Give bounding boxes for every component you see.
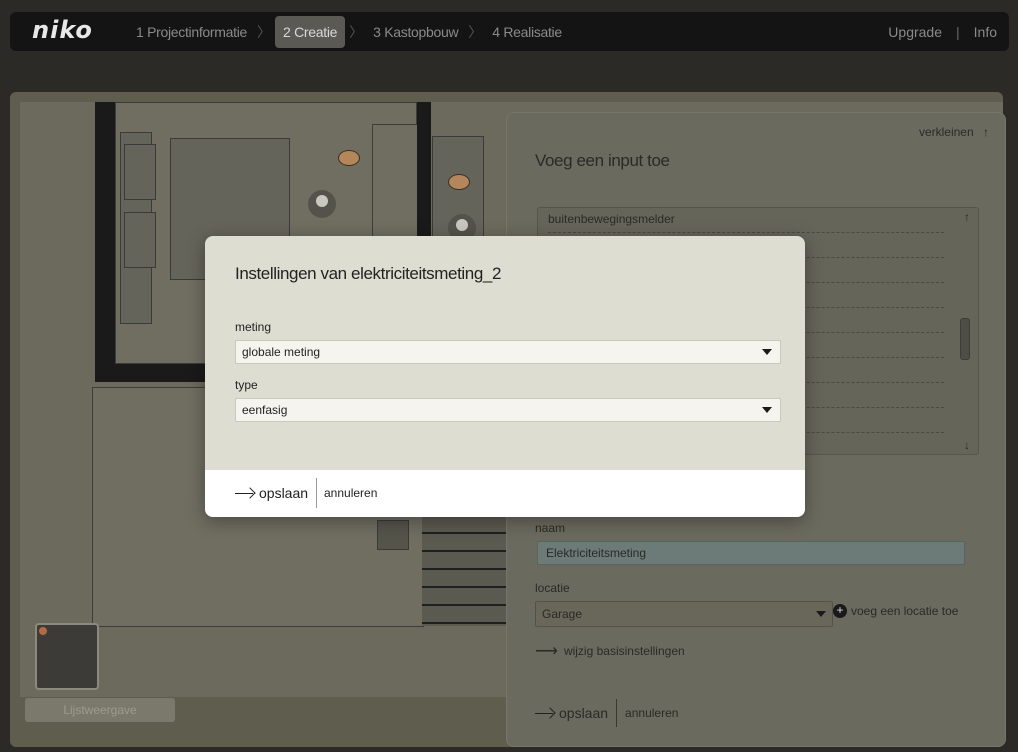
top-links: Upgrade | Info — [888, 12, 997, 51]
type-value: eenfasig — [242, 403, 288, 417]
top-navigation-bar: niko 1 Projectinformatie 〉 2 Creatie 〉 3… — [10, 12, 1009, 51]
location-select[interactable]: Garage — [535, 601, 833, 627]
info-link[interactable]: Info — [974, 24, 997, 40]
name-label: naam — [535, 521, 566, 535]
speech-bubble-icon[interactable] — [448, 174, 470, 190]
save-label: opslaan — [259, 485, 309, 501]
chevron-right-icon: 〉 — [257, 24, 272, 40]
device-icon[interactable] — [377, 520, 409, 550]
modal-save-button[interactable]: opslaan — [235, 478, 318, 508]
link-separator: | — [956, 23, 960, 40]
change-basic-settings-link[interactable]: ⟶ wijzig basisinstellingen — [535, 641, 685, 661]
niko-logo[interactable]: niko — [32, 16, 93, 44]
add-location-label: voeg een locatie toe — [851, 604, 959, 618]
meting-label: meting — [235, 320, 272, 334]
type-label: type — [235, 378, 258, 392]
cabinet-door — [124, 144, 156, 200]
panel-cancel-button[interactable]: annuleren — [617, 706, 678, 720]
type-select[interactable]: eenfasig — [235, 398, 781, 422]
scrollbar-thumb[interactable] — [960, 318, 970, 360]
list-view-button[interactable]: Lijstweergave — [25, 698, 175, 722]
step-projectinformatie[interactable]: 1 Projectinformatie — [130, 16, 253, 48]
step-kastopbouw[interactable]: 3 Kastopbouw — [367, 16, 464, 48]
step-breadcrumb: 1 Projectinformatie 〉 2 Creatie 〉 3 Kast… — [130, 16, 568, 48]
modal-footer: opslaan annuleren — [205, 470, 805, 517]
arrow-right-icon — [535, 712, 553, 714]
meting-select[interactable]: globale meting — [235, 340, 781, 364]
scroll-down-icon[interactable]: ↓ — [964, 438, 970, 452]
plus-circle-icon: + — [833, 604, 847, 618]
minimap-marker — [39, 627, 47, 635]
location-value: Garage — [542, 607, 583, 621]
panel-save-button[interactable]: opslaan — [535, 699, 618, 727]
minimap-thumbnail[interactable] — [35, 623, 99, 690]
chevron-right-icon: 〉 — [349, 24, 364, 40]
meting-value: globale meting — [242, 345, 321, 359]
collapse-label: verkleinen — [918, 125, 974, 139]
scroll-up-icon[interactable]: ↑ — [964, 210, 970, 224]
upgrade-link[interactable]: Upgrade — [888, 24, 942, 40]
save-label: opslaan — [559, 705, 609, 721]
step-creatie[interactable]: 2 Creatie — [275, 16, 346, 48]
arrow-up-icon: ↑ — [983, 125, 989, 139]
dropdown-caret-icon — [762, 349, 772, 355]
speech-bubble-icon[interactable] — [338, 150, 360, 166]
dropdown-caret-icon — [762, 407, 772, 413]
cabinet-door — [124, 212, 156, 268]
settings-modal: Instellingen van elektriciteitsmeting_2 … — [205, 236, 805, 517]
modal-cancel-button[interactable]: annuleren — [324, 486, 377, 500]
list-item[interactable]: buitenbewegingsmelder — [548, 208, 944, 233]
arrow-right-icon — [235, 492, 253, 494]
panel-footer: opslaan annuleren — [535, 699, 678, 727]
chevron-right-icon: 〉 — [468, 24, 483, 40]
panel-title: Voeg een input toe — [535, 151, 670, 170]
dropdown-caret-icon — [816, 611, 826, 617]
modal-title: Instellingen van elektriciteitsmeting_2 — [235, 264, 501, 283]
name-input[interactable]: Elektriciteitsmeting — [537, 541, 965, 565]
arrow-right-icon: ⟶ — [535, 643, 558, 660]
location-label: locatie — [535, 581, 570, 595]
change-settings-label: wijzig basisinstellingen — [563, 644, 685, 658]
add-location-link[interactable]: + voeg een locatie toe — [833, 604, 958, 618]
collapse-button[interactable]: verkleinen ↑ — [919, 125, 989, 139]
light-bulb-icon[interactable] — [308, 190, 336, 218]
step-realisatie[interactable]: 4 Realisatie — [486, 16, 568, 48]
